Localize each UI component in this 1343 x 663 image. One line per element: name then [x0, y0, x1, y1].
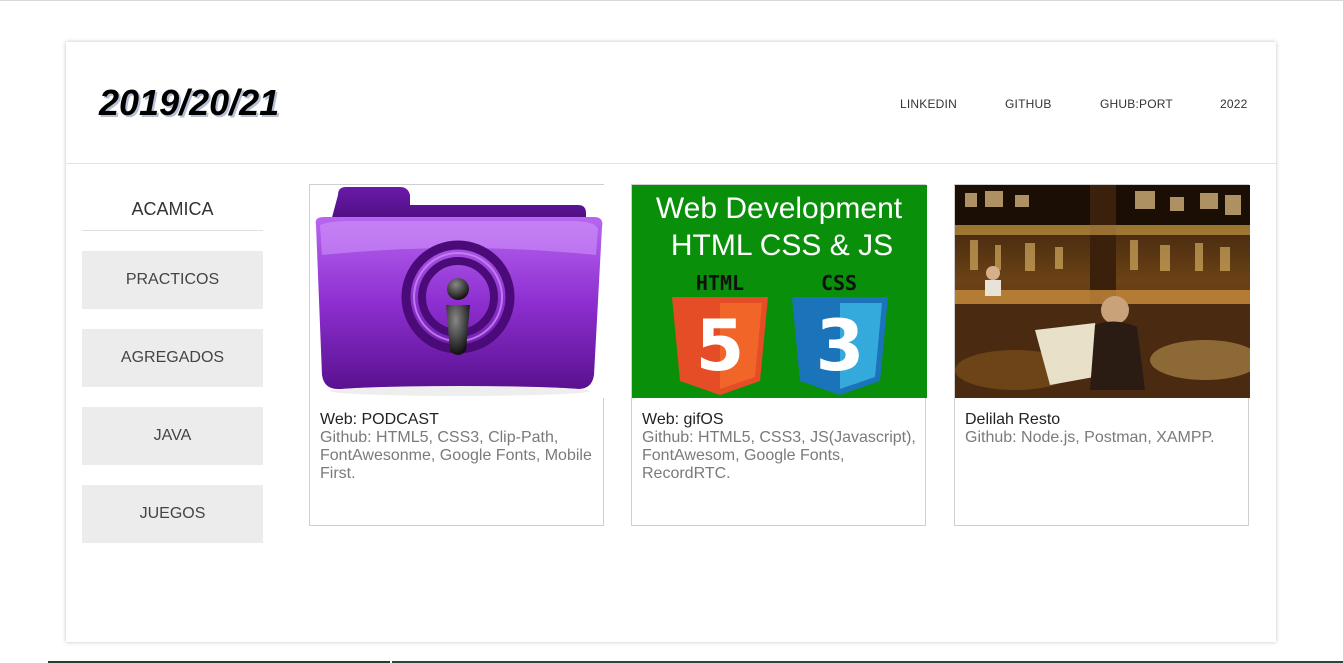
nav-link-linkedin[interactable]: LINKEDIN — [900, 97, 957, 111]
card-description: Github: HTML5, CSS3, Clip-Path, FontAwes… — [320, 429, 592, 482]
css-label: CSS — [821, 271, 857, 295]
nav-link-ghub-port[interactable]: GHUB:PORT — [1100, 97, 1173, 111]
sidebar-item-java[interactable]: JAVA — [82, 407, 263, 465]
page-container: 2019/20/21 LINKEDIN GITHUB GHUB:PORT 202… — [66, 42, 1276, 642]
banner-line-2: HTML CSS & JS — [671, 229, 893, 262]
sidebar-item-practicos[interactable]: PRACTICOS — [82, 251, 263, 309]
project-card-gifos[interactable]: Web Development HTML CSS & JS HTML CSS 5… — [631, 184, 927, 526]
card-title[interactable]: Delilah Resto — [965, 411, 1060, 429]
html5-number: 5 — [696, 305, 745, 387]
css3-number: 3 — [816, 305, 865, 387]
card-title[interactable]: Web: gifOS — [642, 411, 724, 429]
sidebar-item-agregados[interactable]: AGREGADOS — [82, 329, 263, 387]
header: 2019/20/21 LINKEDIN GITHUB GHUB:PORT 202… — [66, 42, 1276, 164]
project-card-podcast[interactable]: Web: PODCAST Github: HTML5, CSS3, Clip-P… — [309, 184, 605, 526]
banner-line-1: Web Development — [656, 192, 903, 225]
card-description: Github: HTML5, CSS3, JS(Javascript), Fon… — [642, 429, 916, 482]
project-card-delilah[interactable]: Delilah Resto Github: Node.js, Postman, … — [954, 184, 1250, 526]
nav-link-github[interactable]: GITHUB — [1005, 97, 1052, 111]
sidebar-divider — [82, 230, 263, 231]
card-title[interactable]: Web: PODCAST — [320, 411, 439, 429]
restaurant-photo — [955, 185, 1250, 398]
sidebar-item-juegos[interactable]: JUEGOS — [82, 485, 263, 543]
html-label: HTML — [696, 271, 744, 295]
site-logo[interactable]: 2019/20/21 — [99, 82, 279, 124]
card-description: Github: Node.js, Postman, XAMPP. — [965, 429, 1215, 446]
podcast-folder-icon — [310, 185, 605, 398]
sidebar-title[interactable]: ACAMICA — [82, 199, 263, 220]
nav-link-2022[interactable]: 2022 — [1220, 97, 1248, 111]
web-development-banner: Web Development HTML CSS & JS HTML CSS 5… — [632, 185, 927, 398]
